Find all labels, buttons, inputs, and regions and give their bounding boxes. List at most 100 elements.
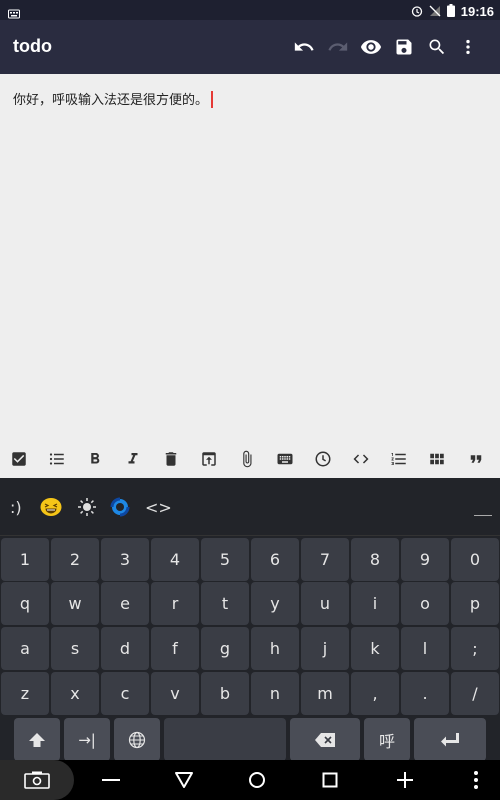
key-period[interactable]: . — [401, 672, 449, 715]
save-button[interactable] — [391, 34, 417, 60]
italic-button[interactable] — [123, 449, 143, 469]
checkbox-button[interactable] — [9, 449, 29, 469]
key-6[interactable]: 6 — [251, 538, 299, 581]
key-d[interactable]: d — [101, 627, 149, 670]
language-switch-key[interactable] — [114, 718, 160, 761]
shift-arrow-icon — [29, 732, 45, 747]
key-3[interactable]: 3 — [101, 538, 149, 581]
backspace-key[interactable] — [290, 718, 360, 761]
checkbox-icon — [12, 452, 26, 466]
key-e[interactable]: e — [101, 582, 149, 625]
key-0[interactable]: 0 — [451, 538, 499, 581]
code-symbol-button[interactable]: <> — [145, 496, 172, 518]
timestamp-button[interactable] — [313, 449, 333, 469]
clock-icon — [315, 451, 331, 467]
editor-area[interactable]: 你好，呼吸输入法还是很方便的。 — [0, 74, 500, 440]
nav-more-button[interactable] — [466, 768, 486, 792]
key-w[interactable]: w — [51, 582, 99, 625]
delete-icon — [165, 452, 177, 466]
back-button[interactable] — [173, 768, 195, 792]
overflow-menu-button[interactable] — [455, 34, 481, 60]
weather-button[interactable] — [77, 496, 97, 518]
key-p[interactable]: p — [451, 582, 499, 625]
key-i[interactable]: i — [351, 582, 399, 625]
key-o[interactable]: o — [401, 582, 449, 625]
code-button[interactable] — [351, 449, 371, 469]
key-r[interactable]: r — [151, 582, 199, 625]
key-9[interactable]: 9 — [401, 538, 449, 581]
bullet-list-button[interactable] — [47, 449, 67, 469]
recents-button[interactable] — [320, 768, 340, 792]
emoji-face-button[interactable] — [40, 496, 62, 518]
editor-text: 你好，呼吸输入法还是很方便的。 — [13, 93, 209, 108]
screenshot-button[interactable] — [0, 760, 74, 800]
key-s[interactable]: s — [51, 627, 99, 670]
table-button[interactable] — [427, 449, 447, 469]
key-c[interactable]: c — [101, 672, 149, 715]
redo-button[interactable] — [325, 34, 351, 60]
key-l[interactable]: l — [401, 627, 449, 670]
key-g[interactable]: g — [201, 627, 249, 670]
key-y[interactable]: y — [251, 582, 299, 625]
status-bar: 19:16 — [0, 0, 500, 20]
key-comma[interactable]: , — [351, 672, 399, 715]
key-j[interactable]: j — [301, 627, 349, 670]
key-7[interactable]: 7 — [301, 538, 349, 581]
upload-button[interactable] — [199, 449, 219, 469]
key-1[interactable]: 1 — [1, 538, 49, 581]
candidate-bar: :) <> — [0, 478, 500, 536]
key-5[interactable]: 5 — [201, 538, 249, 581]
bold-button[interactable] — [85, 449, 105, 469]
redo-icon — [328, 42, 348, 51]
key-q[interactable]: q — [1, 582, 49, 625]
key-z[interactable]: z — [1, 672, 49, 715]
key-x[interactable]: x — [51, 672, 99, 715]
key-n[interactable]: n — [251, 672, 299, 715]
key-4[interactable]: 4 — [151, 538, 199, 581]
eye-icon — [360, 40, 382, 54]
quote-button[interactable] — [466, 449, 486, 469]
space-key[interactable] — [164, 718, 286, 761]
key-t[interactable]: t — [201, 582, 249, 625]
app-logo-button[interactable] — [110, 496, 130, 518]
recents-icon — [322, 772, 338, 788]
backspace-icon — [315, 732, 335, 747]
save-icon — [396, 39, 412, 55]
key-m[interactable]: m — [301, 672, 349, 715]
shift-key[interactable] — [14, 718, 60, 761]
key-slash[interactable]: / — [451, 672, 499, 715]
collapse-candidates-button[interactable] — [474, 502, 492, 516]
plus-button[interactable] — [395, 768, 415, 792]
home-button[interactable] — [246, 768, 268, 792]
minus-button[interactable] — [101, 768, 121, 792]
key-semicolon[interactable]: ; — [451, 627, 499, 670]
battery-icon — [446, 2, 455, 21]
undo-button[interactable] — [291, 34, 317, 60]
attachment-button[interactable] — [237, 449, 257, 469]
search-button[interactable] — [424, 34, 450, 60]
key-u[interactable]: u — [301, 582, 349, 625]
key-v[interactable]: v — [151, 672, 199, 715]
key-b[interactable]: b — [201, 672, 249, 715]
key-f[interactable]: f — [151, 627, 199, 670]
editor-text-line[interactable]: 你好，呼吸输入法还是很方便的。 — [13, 89, 214, 108]
numbered-list-button[interactable] — [389, 449, 409, 469]
key-2[interactable]: 2 — [51, 538, 99, 581]
delete-button[interactable] — [161, 449, 181, 469]
keyboard-button[interactable] — [275, 449, 295, 469]
key-h[interactable]: h — [251, 627, 299, 670]
preview-button[interactable] — [358, 34, 384, 60]
grid-icon — [430, 453, 444, 465]
enter-key[interactable] — [414, 718, 486, 761]
bold-icon — [91, 453, 100, 464]
minus-icon — [102, 779, 120, 781]
key-a[interactable]: a — [1, 627, 49, 670]
key-8[interactable]: 8 — [351, 538, 399, 581]
globe-icon — [128, 731, 146, 748]
chinese-input-key[interactable]: 呼 — [364, 718, 410, 761]
smiley-text-button[interactable]: :) — [10, 496, 22, 518]
key-k[interactable]: k — [351, 627, 399, 670]
quote-icon — [470, 455, 482, 463]
tab-key[interactable]: →| — [64, 718, 110, 761]
back-icon — [175, 772, 193, 788]
